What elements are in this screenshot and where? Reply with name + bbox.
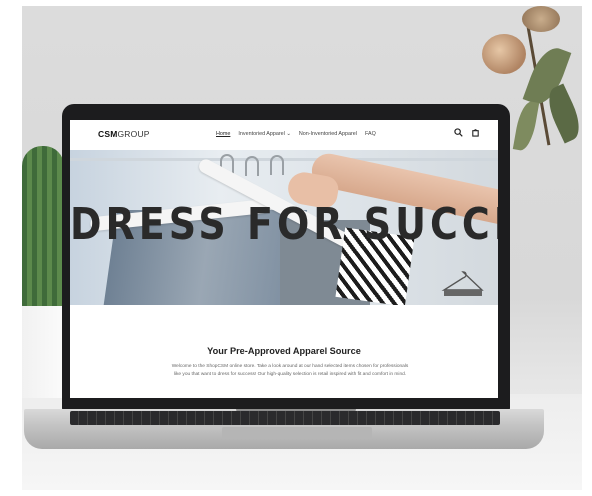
nav-item-inventoried-apparel[interactable]: Inventoried Apparel ⌄ <box>238 131 290 137</box>
dried-rose <box>522 6 560 32</box>
header-icons <box>454 128 480 137</box>
section-heading: Your Pre-Approved Apparel Source <box>207 346 361 356</box>
site-header: CSMGROUP Home Inventoried Apparel ⌄ Non-… <box>70 120 498 150</box>
hero-banner: DRESS FOR SUCCESS <box>70 150 498 305</box>
section-body-text: Welcome to the ShopCSM online store. Tak… <box>171 364 409 378</box>
cactus-plant <box>22 146 64 311</box>
site-logo[interactable]: CSMGROUP <box>98 129 150 139</box>
dried-rose <box>482 34 526 74</box>
nav-item-faq[interactable]: FAQ <box>365 131 376 137</box>
laptop-keyboard <box>70 411 500 425</box>
nav-item-non-inventoried-apparel[interactable]: Non-Inventoried Apparel <box>299 131 357 137</box>
logo-bold: CSM <box>98 129 118 139</box>
hero-title: DRESS FOR SUCCESS <box>70 198 498 250</box>
hanger-hook <box>245 156 259 176</box>
hanger-hook <box>270 155 284 175</box>
main-menu: Home Inventoried Apparel ⌄ Non-Inventori… <box>216 131 376 137</box>
logo-light: GROUP <box>117 129 150 139</box>
hanger-logo-badge <box>441 271 484 296</box>
leaf <box>512 99 540 153</box>
website-screen: CSMGROUP Home Inventoried Apparel ⌄ Non-… <box>70 120 498 398</box>
nav-item-home[interactable]: Home <box>216 131 230 137</box>
cart-icon[interactable] <box>471 128 480 137</box>
search-icon[interactable] <box>454 128 463 137</box>
laptop-trackpad <box>222 427 372 439</box>
clothes-rail <box>70 158 498 161</box>
